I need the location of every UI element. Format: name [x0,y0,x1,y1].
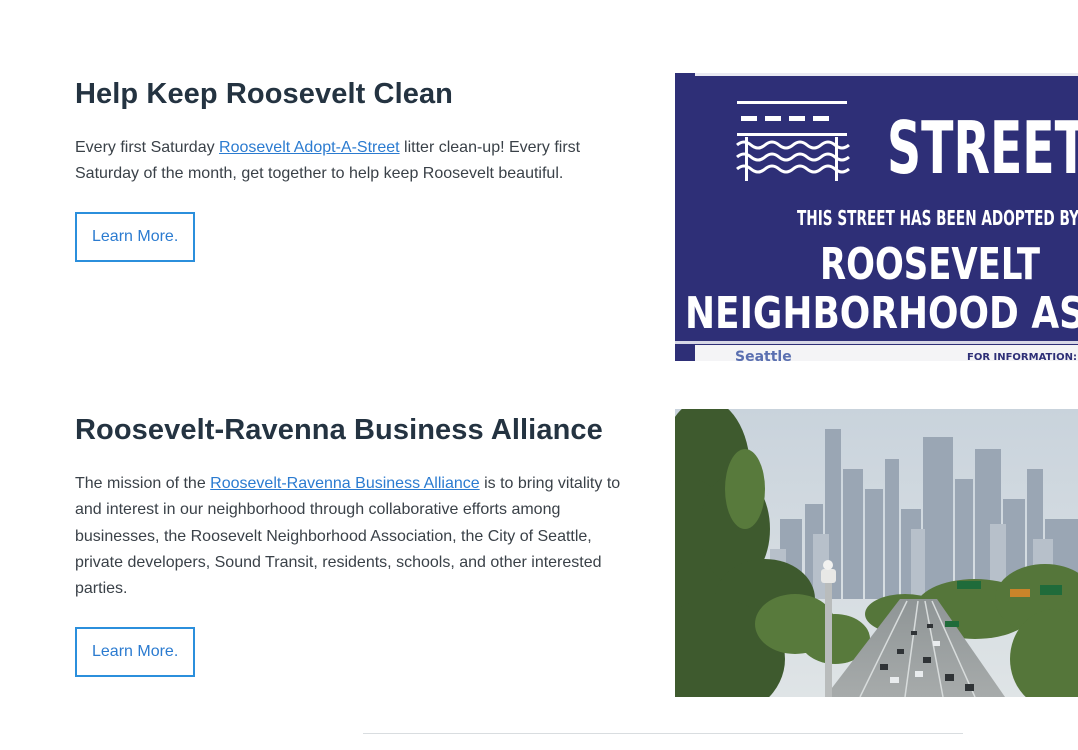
section-description: Every first Saturday Roosevelt Adopt-A-S… [75,135,635,188]
adopt-a-street-sign-image: STREET THIS STREET HAS BEEN ADOPTED BY R… [675,73,1078,361]
learn-more-button[interactable]: Learn More. [75,211,196,262]
business-alliance-section: Roosevelt-Ravenna Business Alliance The … [0,380,1078,725]
adopt-a-street-section: Help Keep Roosevelt Clean Every first Sa… [0,0,1078,380]
adopt-a-street-text: Help Keep Roosevelt Clean Every first Sa… [75,75,635,262]
sign-footer-left: Seattle [735,349,792,361]
description-text-after: is to bring vitality to and interest in … [75,475,621,598]
description-text-before: The mission of the [75,475,211,492]
section-title: Roosevelt-Ravenna Business Alliance [75,414,603,446]
sign-neighborhood-text: NEIGHBORHOOD AS [685,288,1078,339]
learn-more-button[interactable]: Learn More. [75,627,196,678]
adopt-a-street-link[interactable]: Roosevelt Adopt-A-Street [219,139,400,156]
sign-roosevelt-text: ROOSEVELT [820,239,1040,290]
business-alliance-text: Roosevelt-Ravenna Business Alliance The … [75,411,635,678]
section-title: Help Keep Roosevelt Clean [75,78,453,110]
description-text-before: Every first Saturday [75,139,220,156]
business-alliance-link[interactable]: Roosevelt-Ravenna Business Alliance [210,475,479,492]
sign-adopted-text: THIS STREET HAS BEEN ADOPTED BY [797,206,1078,230]
seattle-skyline-freeway-image [675,409,1078,697]
sign-footer-right: FOR INFORMATION: [967,352,1077,361]
section-description: The mission of the Roosevelt-Ravenna Bus… [75,471,635,602]
sign-street-text: STREET [887,106,1078,190]
bottom-divider [363,733,963,734]
